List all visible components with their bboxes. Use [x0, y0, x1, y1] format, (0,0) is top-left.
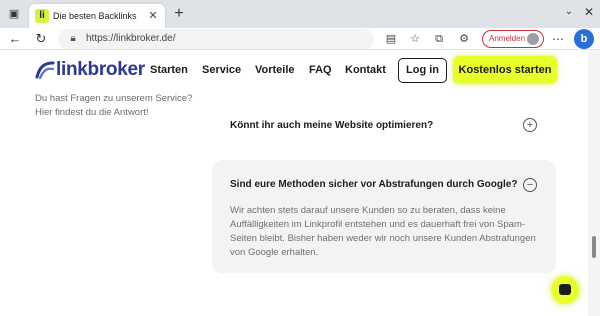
window-close-icon[interactable]: ✕ [582, 5, 596, 19]
chat-bubble-icon [559, 284, 571, 295]
close-tab-icon[interactable]: ✕ [146, 9, 160, 23]
collections-icon[interactable]: ⧉ [432, 32, 446, 46]
faq-item[interactable]: Könnt ihr auch meine Website optimieren?… [212, 111, 556, 141]
collapse-minus-icon[interactable]: − [523, 178, 537, 192]
page-scrollbar[interactable] [588, 50, 600, 316]
logo-mark-icon [35, 61, 55, 80]
expand-plus-icon[interactable]: + [523, 118, 537, 132]
faq-question: Könnt ihr auch meine Website optimieren? [230, 120, 434, 131]
faq-item-expanded[interactable]: Sind eure Methoden sicher vor Abstrafung… [212, 160, 556, 273]
address-bar[interactable]: 🔒︎ https://linkbroker.de/ [58, 29, 374, 49]
site-header: linkbroker Starten Service Vorteile FAQ … [0, 50, 588, 90]
chevron-down-icon[interactable]: ⌄ [562, 5, 576, 19]
new-tab-icon[interactable]: + [170, 5, 188, 23]
nav-kontakt[interactable]: Kontakt [345, 64, 386, 76]
extension-icon[interactable]: ⚙ [457, 32, 471, 46]
avatar-icon [527, 33, 539, 45]
reload-icon[interactable]: ↻ [32, 30, 50, 48]
nav-vorteile[interactable]: Vorteile [255, 64, 295, 76]
logo-text: linkbroker [56, 59, 145, 80]
scrollbar-thumb[interactable] [592, 236, 596, 258]
signin-label: Anmelden [489, 34, 526, 43]
more-menu-icon[interactable]: ⋯ [550, 30, 566, 48]
back-icon[interactable]: ← [6, 30, 24, 48]
reader-view-icon[interactable]: ▤ [384, 32, 398, 46]
login-button[interactable]: Log in [398, 58, 447, 83]
faq-question: Sind eure Methoden sicher vor Abstrafung… [230, 179, 518, 190]
signin-button[interactable]: Anmelden [482, 30, 544, 48]
nav-faq[interactable]: FAQ [309, 64, 332, 76]
tab-actions-icon[interactable]: ▣ [6, 6, 22, 22]
nav-service[interactable]: Service [202, 64, 241, 76]
web-page: linkbroker Starten Service Vorteile FAQ … [0, 50, 600, 316]
browser-tab-bar: ▣ li Die besten Backlinks kaufen zu Top … [0, 0, 600, 28]
bing-chat-icon[interactable]: b [574, 29, 594, 49]
browser-tab[interactable]: li Die besten Backlinks kaufen zu Top ✕ [29, 4, 165, 28]
start-free-button[interactable]: Kostenlos starten [453, 56, 557, 84]
url-text: https://linkbroker.de/ [86, 33, 176, 44]
nav-starten[interactable]: Starten [150, 64, 188, 76]
faq-answer: Wir achten stets darauf unsere Kunden so… [230, 205, 536, 258]
favicon-icon: li [35, 9, 49, 23]
favorite-star-icon[interactable]: ☆ [408, 32, 422, 46]
browser-toolbar: ← ↻ 🔒︎ https://linkbroker.de/ ▤ ☆ ⧉ ⚙ An… [0, 28, 600, 50]
lock-icon[interactable]: 🔒︎ [66, 32, 80, 46]
chat-button[interactable] [551, 276, 579, 304]
faq-intro-text: Du hast Fragen zu unserem Service? Hier … [35, 93, 193, 118]
tab-title: Die besten Backlinks kaufen zu Top [53, 11, 137, 21]
